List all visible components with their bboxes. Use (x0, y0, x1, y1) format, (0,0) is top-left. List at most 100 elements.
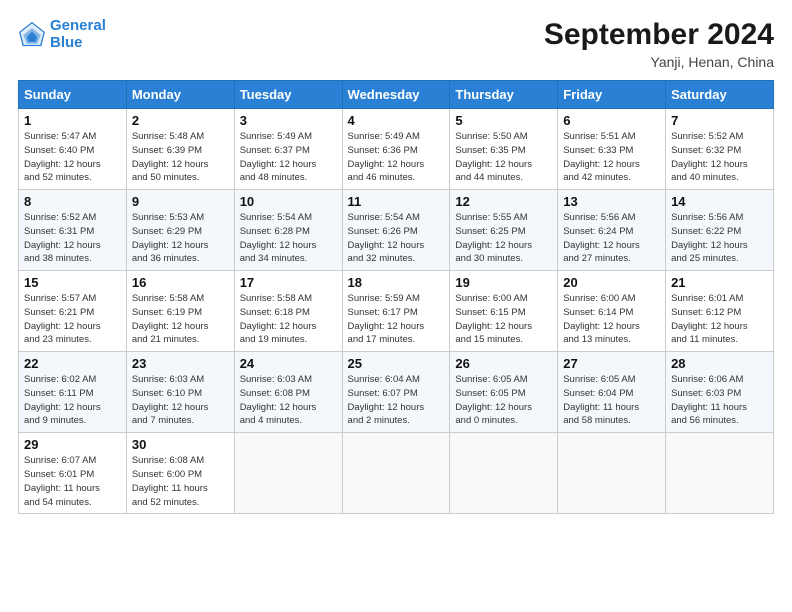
day-info: Sunrise: 5:48 AM Sunset: 6:39 PM Dayligh… (132, 130, 229, 185)
day-info: Sunrise: 5:56 AM Sunset: 6:24 PM Dayligh… (563, 211, 660, 266)
day-info: Sunrise: 5:52 AM Sunset: 6:31 PM Dayligh… (24, 211, 121, 266)
calendar-cell: 16 Sunrise: 5:58 AM Sunset: 6:19 PM Dayli… (126, 271, 234, 352)
month-title: September 2024 (544, 18, 774, 52)
day-info: Sunrise: 5:59 AM Sunset: 6:17 PM Dayligh… (348, 292, 445, 347)
calendar-week-3: 15Sunrise: 5:57 AM Sunset: 6:21 PM Dayli… (19, 271, 774, 352)
day-number: 7 (671, 113, 768, 128)
calendar-cell: 18 Sunrise: 5:59 AM Sunset: 6:17 PM Dayli… (342, 271, 450, 352)
day-info: Sunrise: 6:01 AM Sunset: 6:12 PM Dayligh… (671, 292, 768, 347)
day-number: 23 (132, 356, 229, 371)
day-number: 2 (132, 113, 229, 128)
calendar-header-row: SundayMondayTuesdayWednesdayThursdayFrid… (19, 81, 774, 109)
day-info: Sunrise: 5:53 AM Sunset: 6:29 PM Dayligh… (132, 211, 229, 266)
calendar-cell: 9 Sunrise: 5:53 AM Sunset: 6:29 PM Daylig… (126, 190, 234, 271)
day-info: Sunrise: 5:54 AM Sunset: 6:26 PM Dayligh… (348, 211, 445, 266)
calendar: SundayMondayTuesdayWednesdayThursdayFrid… (18, 80, 774, 514)
day-info: Sunrise: 6:00 AM Sunset: 6:14 PM Dayligh… (563, 292, 660, 347)
day-info: Sunrise: 5:49 AM Sunset: 6:37 PM Dayligh… (240, 130, 337, 185)
day-number: 4 (348, 113, 445, 128)
calendar-cell: 28Sunrise: 6:06 AM Sunset: 6:03 PM Dayli… (666, 352, 774, 433)
calendar-cell: 11 Sunrise: 5:54 AM Sunset: 6:26 PM Dayli… (342, 190, 450, 271)
day-number: 9 (132, 194, 229, 209)
logo: General Blue (18, 18, 106, 51)
day-number: 30 (132, 437, 229, 452)
logo-line2: Blue (50, 34, 83, 51)
page: General Blue September 2024 Yanji, Henan… (0, 0, 792, 612)
day-info: Sunrise: 6:05 AM Sunset: 6:04 PM Dayligh… (563, 373, 660, 428)
location: Yanji, Henan, China (544, 54, 774, 70)
calendar-cell: 10 Sunrise: 5:54 AM Sunset: 6:28 PM Dayli… (234, 190, 342, 271)
day-number: 17 (240, 275, 337, 290)
calendar-header-wednesday: Wednesday (342, 81, 450, 109)
day-info: Sunrise: 5:58 AM Sunset: 6:19 PM Dayligh… (132, 292, 229, 347)
day-number: 11 (348, 194, 445, 209)
day-number: 12 (455, 194, 552, 209)
day-number: 18 (348, 275, 445, 290)
day-number: 5 (455, 113, 552, 128)
day-info: Sunrise: 5:51 AM Sunset: 6:33 PM Dayligh… (563, 130, 660, 185)
calendar-cell: 24 Sunrise: 6:03 AM Sunset: 6:08 PM Dayli… (234, 352, 342, 433)
day-info: Sunrise: 5:54 AM Sunset: 6:28 PM Dayligh… (240, 211, 337, 266)
day-number: 28 (671, 356, 768, 371)
day-info: Sunrise: 6:07 AM Sunset: 6:01 PM Dayligh… (24, 454, 121, 509)
day-info: Sunrise: 5:56 AM Sunset: 6:22 PM Dayligh… (671, 211, 768, 266)
calendar-cell: 21 Sunrise: 6:01 AM Sunset: 6:12 PM Dayli… (666, 271, 774, 352)
calendar-week-4: 22 Sunrise: 6:02 AM Sunset: 6:11 PM Dayli… (19, 352, 774, 433)
day-number: 20 (563, 275, 660, 290)
calendar-cell: 3 Sunrise: 5:49 AM Sunset: 6:37 PM Daylig… (234, 109, 342, 190)
calendar-cell: 26 Sunrise: 6:05 AM Sunset: 6:05 PM Dayli… (450, 352, 558, 433)
day-number: 29 (24, 437, 121, 452)
logo-line1: General (50, 17, 106, 34)
day-info: Sunrise: 5:52 AM Sunset: 6:32 PM Dayligh… (671, 130, 768, 185)
calendar-week-2: 8Sunrise: 5:52 AM Sunset: 6:31 PM Daylig… (19, 190, 774, 271)
calendar-header-saturday: Saturday (666, 81, 774, 109)
day-number: 10 (240, 194, 337, 209)
calendar-header-monday: Monday (126, 81, 234, 109)
day-number: 25 (348, 356, 445, 371)
day-info: Sunrise: 6:02 AM Sunset: 6:11 PM Dayligh… (24, 373, 121, 428)
calendar-cell: 1 Sunrise: 5:47 AM Sunset: 6:40 PM Daylig… (19, 109, 127, 190)
calendar-cell: 27 Sunrise: 6:05 AM Sunset: 6:04 PM Dayli… (558, 352, 666, 433)
calendar-cell: 2 Sunrise: 5:48 AM Sunset: 6:39 PM Daylig… (126, 109, 234, 190)
calendar-cell: 12 Sunrise: 5:55 AM Sunset: 6:25 PM Dayli… (450, 190, 558, 271)
day-info: Sunrise: 6:03 AM Sunset: 6:10 PM Dayligh… (132, 373, 229, 428)
calendar-cell: 30 Sunrise: 6:08 AM Sunset: 6:00 PM Dayli… (126, 433, 234, 514)
day-info: Sunrise: 5:55 AM Sunset: 6:25 PM Dayligh… (455, 211, 552, 266)
calendar-cell: 20 Sunrise: 6:00 AM Sunset: 6:14 PM Dayli… (558, 271, 666, 352)
day-info: Sunrise: 5:47 AM Sunset: 6:40 PM Dayligh… (24, 130, 121, 185)
day-info: Sunrise: 6:05 AM Sunset: 6:05 PM Dayligh… (455, 373, 552, 428)
day-number: 16 (132, 275, 229, 290)
calendar-cell: 22 Sunrise: 6:02 AM Sunset: 6:11 PM Dayli… (19, 352, 127, 433)
day-number: 24 (240, 356, 337, 371)
day-info: Sunrise: 5:58 AM Sunset: 6:18 PM Dayligh… (240, 292, 337, 347)
day-number: 1 (24, 113, 121, 128)
calendar-week-5: 29 Sunrise: 6:07 AM Sunset: 6:01 PM Dayli… (19, 433, 774, 514)
header: General Blue September 2024 Yanji, Henan… (18, 18, 774, 70)
day-info: Sunrise: 5:49 AM Sunset: 6:36 PM Dayligh… (348, 130, 445, 185)
day-number: 26 (455, 356, 552, 371)
day-number: 6 (563, 113, 660, 128)
calendar-cell (666, 433, 774, 514)
calendar-cell (234, 433, 342, 514)
day-info: Sunrise: 6:08 AM Sunset: 6:00 PM Dayligh… (132, 454, 229, 509)
calendar-cell: 14Sunrise: 5:56 AM Sunset: 6:22 PM Dayli… (666, 190, 774, 271)
calendar-cell: 25Sunrise: 6:04 AM Sunset: 6:07 PM Dayli… (342, 352, 450, 433)
calendar-week-1: 1 Sunrise: 5:47 AM Sunset: 6:40 PM Daylig… (19, 109, 774, 190)
calendar-cell: 17 Sunrise: 5:58 AM Sunset: 6:18 PM Dayli… (234, 271, 342, 352)
calendar-cell: 19Sunrise: 6:00 AM Sunset: 6:15 PM Dayli… (450, 271, 558, 352)
calendar-cell: 23 Sunrise: 6:03 AM Sunset: 6:10 PM Dayli… (126, 352, 234, 433)
day-number: 27 (563, 356, 660, 371)
title-block: September 2024 Yanji, Henan, China (544, 18, 774, 70)
day-info: Sunrise: 6:03 AM Sunset: 6:08 PM Dayligh… (240, 373, 337, 428)
day-number: 15 (24, 275, 121, 290)
day-info: Sunrise: 6:00 AM Sunset: 6:15 PM Dayligh… (455, 292, 552, 347)
calendar-cell (342, 433, 450, 514)
logo-icon (18, 21, 46, 49)
calendar-cell (450, 433, 558, 514)
day-number: 13 (563, 194, 660, 209)
day-number: 3 (240, 113, 337, 128)
calendar-header-thursday: Thursday (450, 81, 558, 109)
day-number: 22 (24, 356, 121, 371)
calendar-cell: 8Sunrise: 5:52 AM Sunset: 6:31 PM Daylig… (19, 190, 127, 271)
day-number: 21 (671, 275, 768, 290)
